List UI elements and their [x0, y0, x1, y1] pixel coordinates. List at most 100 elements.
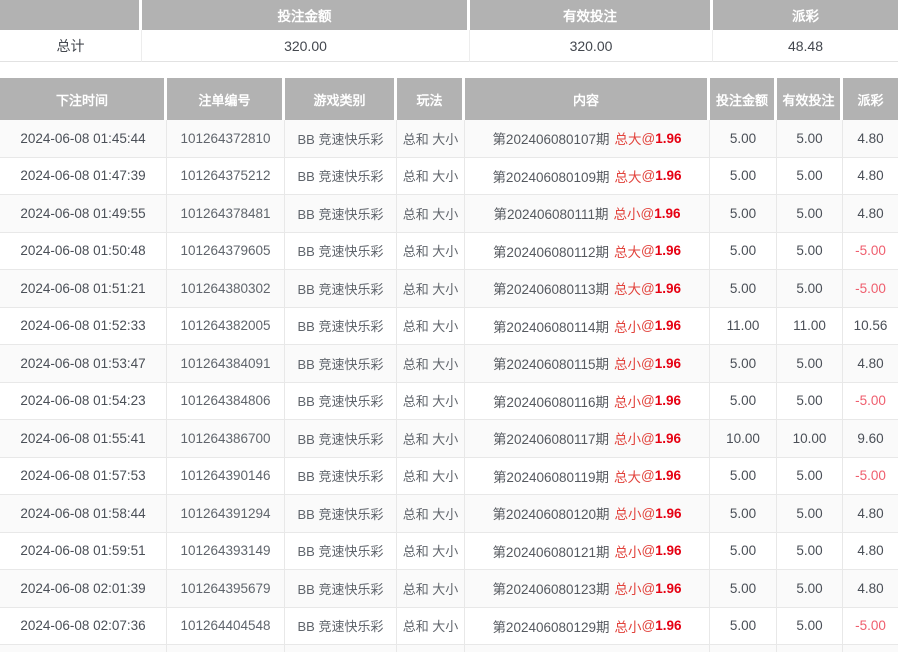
bet-content-cell: 第202406080112期总大@1.96	[465, 233, 710, 271]
order-number-cell: 101264386700	[167, 420, 285, 458]
order-number-cell: 101264372810	[167, 120, 285, 158]
bet-amount-cell: 5.00	[710, 195, 777, 233]
pick-label: 总小	[614, 353, 641, 373]
summary-header-payout: 派彩	[713, 0, 898, 30]
order-number-cell: 101264382005	[167, 308, 285, 346]
play-type-cell: 总和 大小	[397, 458, 465, 496]
bet-time-cell: 2024-06-08 01:53:47	[0, 345, 167, 383]
payout-cell: 4.80	[843, 345, 898, 383]
period-label: 第202406080129期	[492, 616, 609, 636]
table-row: 2024-06-08 01:52:33 101264382005 BB 竞速快乐…	[0, 308, 898, 346]
odds-value: 1.96	[655, 581, 681, 596]
at-sign: @	[641, 318, 655, 333]
odds-value: 1.96	[655, 506, 681, 521]
bet-time-cell: 2024-06-08 01:50:48	[0, 233, 167, 271]
order-number-cell: 101264380302	[167, 270, 285, 308]
odds-value: 1.96	[655, 243, 681, 258]
period-label: 第202406080117期	[493, 428, 609, 448]
table-row: 2024-06-08 01:47:39 101264375212 BB 竞速快乐…	[0, 158, 898, 196]
header-payout: 派彩	[843, 78, 898, 120]
play-type-cell: 总和 大小	[397, 420, 465, 458]
table-header-row: 下注时间 注单编号 游戏类别 玩法 内容 投注金额 有效投注 派彩	[0, 78, 898, 120]
game-category-cell: BB 竞速快乐彩	[285, 495, 397, 533]
game-category-cell: BB 竞速快乐彩	[285, 158, 397, 196]
odds-value: 1.96	[655, 393, 681, 408]
summary-header-bet-amount: 投注金额	[142, 0, 470, 30]
period-label: 第202406080111期	[493, 203, 608, 223]
table-row: 2024-06-08 01:57:53 101264390146 BB 竞速快乐…	[0, 458, 898, 496]
header-game-category: 游戏类别	[285, 78, 397, 120]
payout-cell: 4.80	[843, 195, 898, 233]
bet-amount-cell: 5.00	[710, 608, 777, 646]
game-category-cell: BB 竞速快乐彩	[285, 420, 397, 458]
bet-content-cell: 第202406080111期总小@1.96	[465, 195, 710, 233]
total-valid-bet: 320.00	[470, 30, 713, 62]
valid-bet-cell: 5.00	[777, 458, 843, 496]
bet-time-cell: 2024-06-08 02:07:36	[0, 608, 167, 646]
pick-label: 总大	[614, 466, 641, 486]
odds-value: 1.96	[655, 318, 681, 333]
pick-label: 总小	[614, 203, 641, 223]
bet-content-cell: 第202406080117期总小@1.96	[465, 420, 710, 458]
game-category-cell: BB 竞速快乐彩	[285, 458, 397, 496]
bet-records-table: 下注时间 注单编号 游戏类别 玩法 内容 投注金额 有效投注 派彩 2024-0…	[0, 78, 898, 652]
payout-cell: 4.80	[843, 495, 898, 533]
at-sign: @	[641, 431, 655, 446]
bet-time-cell: 2024-06-08 01:47:39	[0, 158, 167, 196]
at-sign: @	[642, 543, 656, 558]
period-label: 第202406080112期	[493, 241, 609, 261]
play-type-cell: 总和 大小	[397, 195, 465, 233]
odds-value: 1.96	[654, 206, 680, 221]
order-number-cell: 101264384091	[167, 345, 285, 383]
bet-time-cell: 2024-06-08 01:55:41	[0, 420, 167, 458]
bet-time-cell: 2024-06-08 01:57:53	[0, 458, 167, 496]
play-type-cell: 总和 大小	[397, 158, 465, 196]
summary-header-valid-bet: 有效投注	[470, 0, 713, 30]
valid-bet-cell: 5.00	[777, 608, 843, 646]
header-play-type: 玩法	[397, 78, 465, 120]
pick-label: 总小	[615, 578, 642, 598]
bet-amount-cell: 5.00	[710, 345, 777, 383]
game-category-cell: BB 竞速快乐彩	[285, 608, 397, 646]
payout-cell: 4.80	[843, 533, 898, 571]
order-number-cell: 101264375212	[167, 158, 285, 196]
pick-label: 总大	[615, 166, 642, 186]
at-sign: @	[641, 356, 655, 371]
bet-content-cell: 第202406080119期总大@1.96	[465, 458, 710, 496]
bet-time-cell: 2024-06-08 01:51:21	[0, 270, 167, 308]
header-content: 内容	[465, 78, 710, 120]
at-sign: @	[641, 281, 655, 296]
period-label: 第202406080116期	[493, 391, 609, 411]
table-row: 2024-06-08 01:54:23 101264384806 BB 竞速快乐…	[0, 383, 898, 421]
order-number-cell: 101264391294	[167, 495, 285, 533]
bet-content-cell: 第202406080113期总大@1.96	[465, 270, 710, 308]
valid-bet-cell: 5.00	[777, 533, 843, 571]
odds-value: 1.96	[655, 618, 681, 633]
payout-cell: 10.56	[843, 308, 898, 346]
bet-content-cell: 第202406080107期总大@1.96	[465, 120, 710, 158]
bet-time-cell: 2024-06-08 01:59:51	[0, 533, 167, 571]
payout-cell: 9.60	[843, 420, 898, 458]
period-label: 第202406080114期	[493, 316, 609, 336]
game-category-cell: BB 竞速快乐彩	[285, 308, 397, 346]
bet-amount-cell: 5.00	[710, 233, 777, 271]
bet-time-cell: 2024-06-08 02:01:39	[0, 570, 167, 608]
period-label: 第202406080120期	[492, 503, 609, 523]
valid-bet-cell: 5.00	[777, 120, 843, 158]
pick-label: 总小	[615, 616, 642, 636]
play-type-cell: 总和 大小	[397, 533, 465, 571]
order-number-cell: 101264393149	[167, 533, 285, 571]
bet-summary: 投注金额 有效投注 派彩 总计 320.00 320.00 48.48	[0, 0, 898, 62]
order-number-cell: 101264404548	[167, 608, 285, 646]
play-type-cell: 总和 大小	[397, 308, 465, 346]
bet-time-cell: 2024-06-08 01:49:55	[0, 195, 167, 233]
play-type-cell: 总和 大小	[397, 383, 465, 421]
bet-content-cell: 第202406080121期总小@1.96	[465, 533, 710, 571]
at-sign: @	[641, 243, 655, 258]
bet-time-cell: 2024-06-08 01:52:33	[0, 308, 167, 346]
table-row: 2024-06-08 01:49:55 101264378481 BB 竞速快乐…	[0, 195, 898, 233]
game-category-cell: BB 竞速快乐彩	[285, 533, 397, 571]
game-category-cell: BB 竞速快乐彩	[285, 233, 397, 271]
bet-time-cell: 2024-06-08 01:54:23	[0, 383, 167, 421]
bet-time-cell: 2024-06-08 01:45:44	[0, 120, 167, 158]
